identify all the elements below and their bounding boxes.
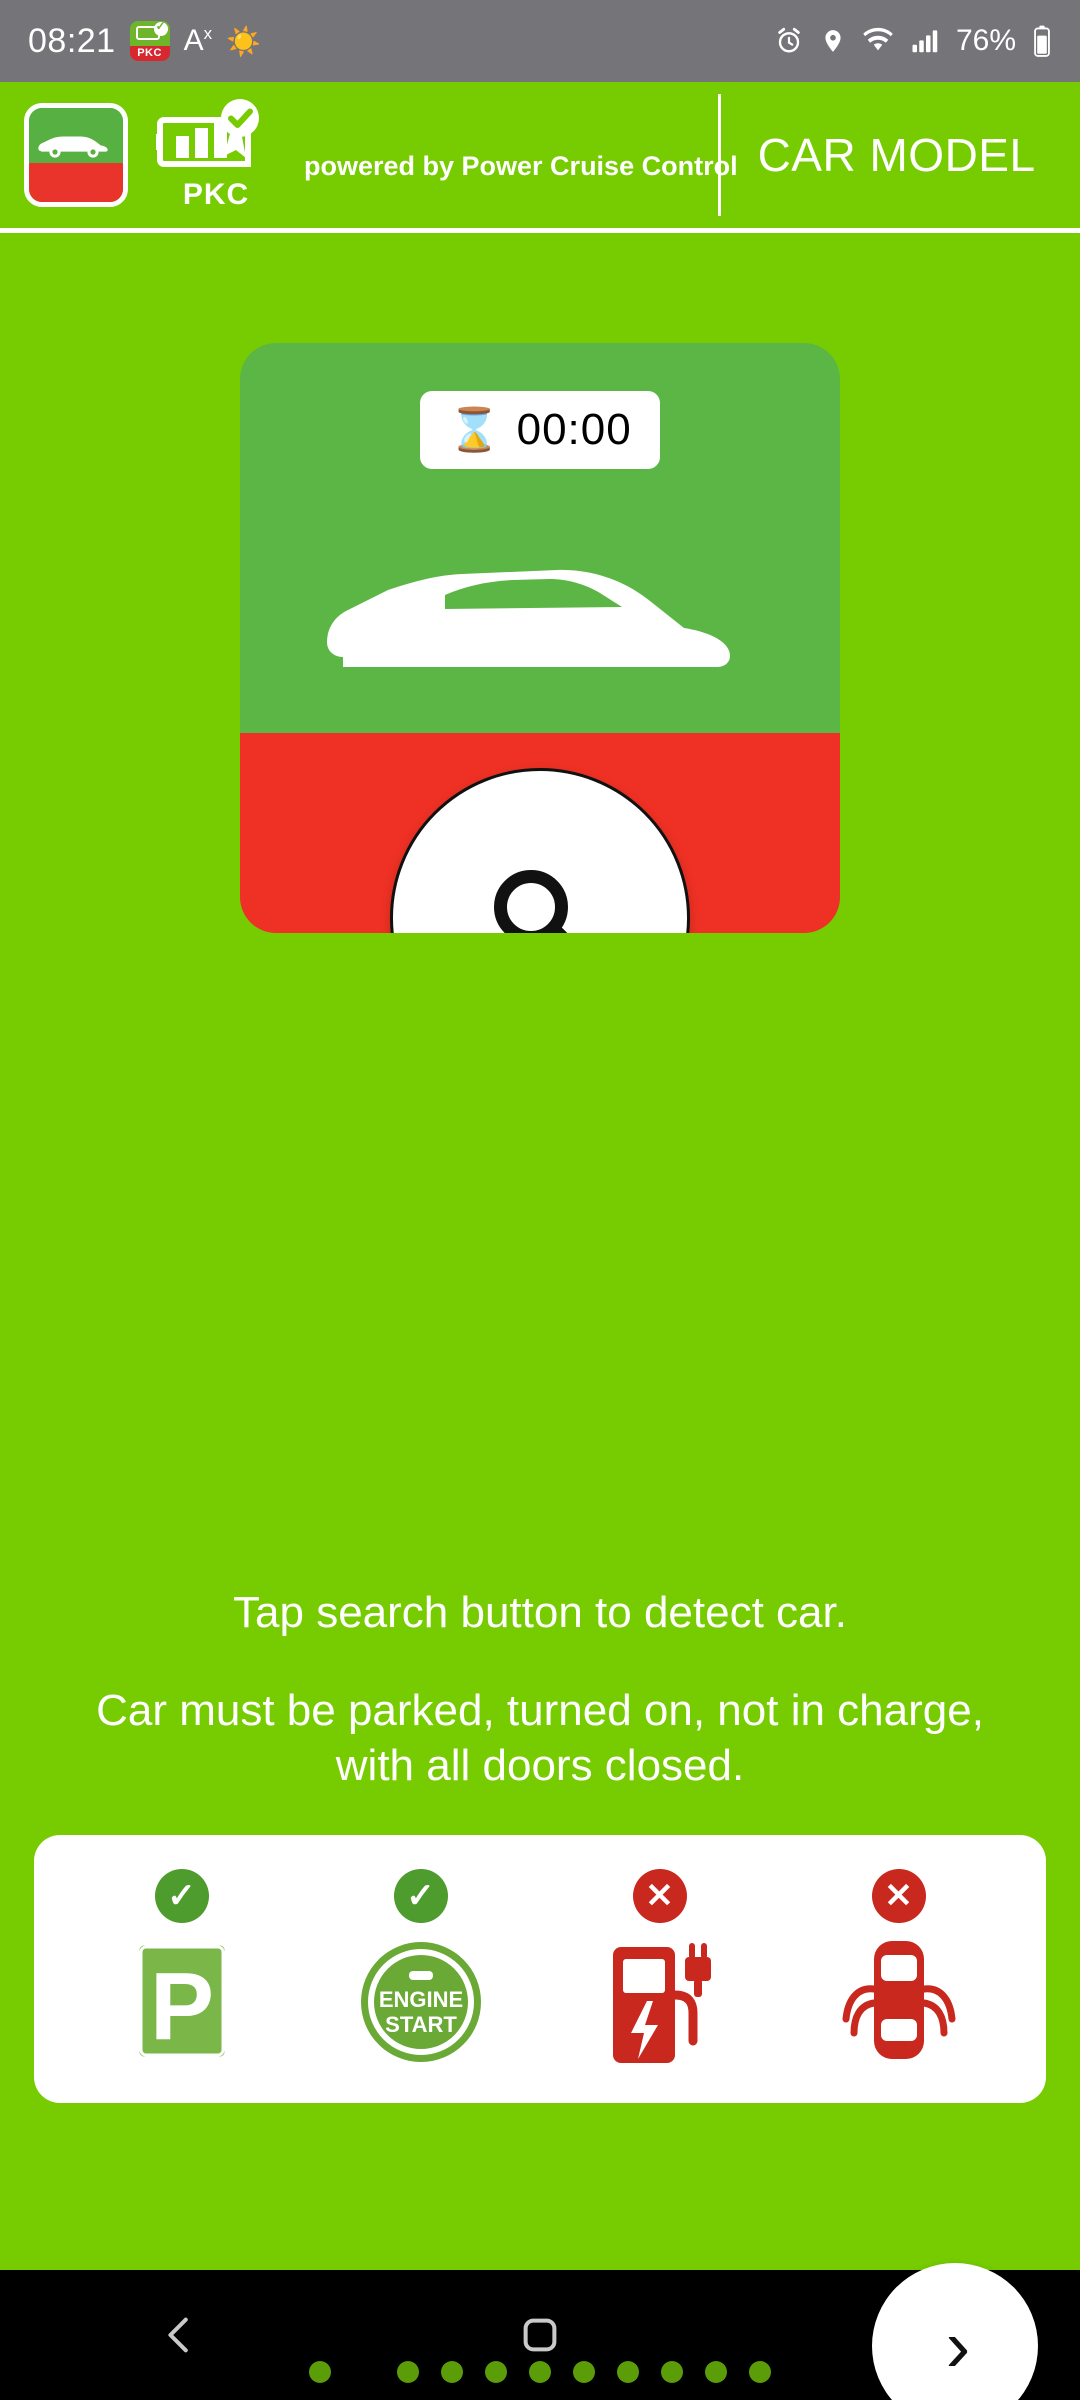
pagination-dot[interactable]: [529, 2361, 551, 2383]
pagination-dot[interactable]: [441, 2361, 463, 2383]
doors-closed-condition: ✕: [824, 1869, 974, 2069]
main-content: ⌛ 00:00 Tap search button to detect car.…: [0, 233, 1080, 2400]
detection-timer-value: 00:00: [516, 405, 632, 454]
app-header: PKC powered by Power Cruise Control CAR …: [0, 82, 1080, 228]
pagination-dot[interactable]: [705, 2361, 727, 2383]
pkc-notification-icon-top: [130, 21, 170, 46]
instruction-secondary: Car must be parked, turned on, not in ch…: [96, 1686, 984, 1790]
pkc-notification-label: PKC: [129, 45, 170, 61]
instruction-primary: Tap search button to detect car.: [233, 1588, 847, 1637]
pagination-dot[interactable]: [573, 2361, 595, 2383]
parking-condition: ✓ P: [107, 1869, 257, 2069]
conditions-card: ✓ P ✓ ENGINE START ✕ ✕: [34, 1835, 1046, 2103]
status-bar-right: 76%: [774, 24, 1052, 58]
charging-station-icon: [612, 1943, 711, 2063]
app-screen: 08:21 PKC Ax ☀️ 76: [0, 0, 1080, 2400]
car-silhouette-icon: [327, 569, 730, 667]
header-brand-area: PKC powered by Power Cruise Control: [0, 82, 738, 228]
page-title: CAR MODEL: [757, 129, 1036, 181]
car-app-icon-top: [29, 108, 123, 163]
status-time: 08:21: [28, 21, 116, 60]
text-size-exponent: x: [203, 24, 213, 43]
pagination-dot[interactable]: [397, 2361, 419, 2383]
car-silhouette-glyph: [38, 136, 108, 158]
pkc-logo-text: PKC: [182, 178, 250, 211]
pkc-notification-icon[interactable]: PKC: [129, 21, 170, 61]
magnifier-icon: [494, 870, 568, 933]
text-size-indicator: Ax: [183, 24, 213, 57]
cellular-signal-icon: [910, 26, 940, 56]
car-detection-card: ⌛ 00:00: [240, 343, 840, 933]
battery-icon: [1032, 25, 1052, 57]
pagination-dot[interactable]: [661, 2361, 683, 2383]
battery-percent-label: 76%: [955, 24, 1016, 57]
wifi-icon: [862, 26, 894, 56]
svg-text:START: START: [385, 2012, 457, 2037]
pkc-battery-ribbon-logo: PKC: [154, 98, 278, 212]
car-app-icon-bottom: [29, 162, 123, 202]
not-charging-condition: ✕: [585, 1869, 735, 2069]
status-badge-no: ✕: [871, 1869, 926, 1923]
back-button[interactable]: [157, 2312, 203, 2358]
location-pin-icon: [820, 26, 846, 56]
pagination-dot[interactable]: [617, 2361, 639, 2383]
chevron-right-icon: ›: [945, 2304, 971, 2387]
engine-start-button-icon: ENGINE START: [360, 1942, 481, 2062]
status-badge-no: ✕: [632, 1869, 687, 1923]
status-bar: 08:21 PKC Ax ☀️ 76: [0, 0, 1080, 82]
powered-by-label: powered by Power Cruise Control: [304, 150, 738, 181]
hourglass-icon: ⌛: [448, 406, 501, 453]
alarm-clock-icon: [774, 26, 804, 56]
status-badge-ok: ✓: [154, 1869, 209, 1923]
pagination-dot[interactable]: [485, 2361, 507, 2383]
header-divider: [718, 94, 721, 216]
svg-text:P: P: [149, 1953, 213, 2060]
detection-timer: ⌛ 00:00: [420, 391, 660, 469]
engine-on-condition: ✓ ENGINE START: [346, 1869, 496, 2069]
parking-sign-icon: P: [134, 1940, 229, 2062]
pagination-dot[interactable]: [309, 2361, 331, 2383]
svg-text:ENGINE: ENGINE: [378, 1987, 462, 2012]
check-ribbon-glyph: [153, 21, 168, 36]
car-app-icon: [24, 103, 128, 207]
pkc-logo-glyph: [156, 99, 259, 167]
status-bar-left: 08:21 PKC Ax ☀️: [28, 21, 261, 61]
sun-emoji-icon: ☀️: [226, 25, 261, 57]
status-badge-ok: ✓: [393, 1869, 448, 1923]
pagination-dot[interactable]: [749, 2361, 771, 2383]
pagination-dot-active[interactable]: [353, 2361, 375, 2383]
home-button[interactable]: [517, 2312, 563, 2358]
car-doors-open-icon: [842, 1941, 955, 2059]
